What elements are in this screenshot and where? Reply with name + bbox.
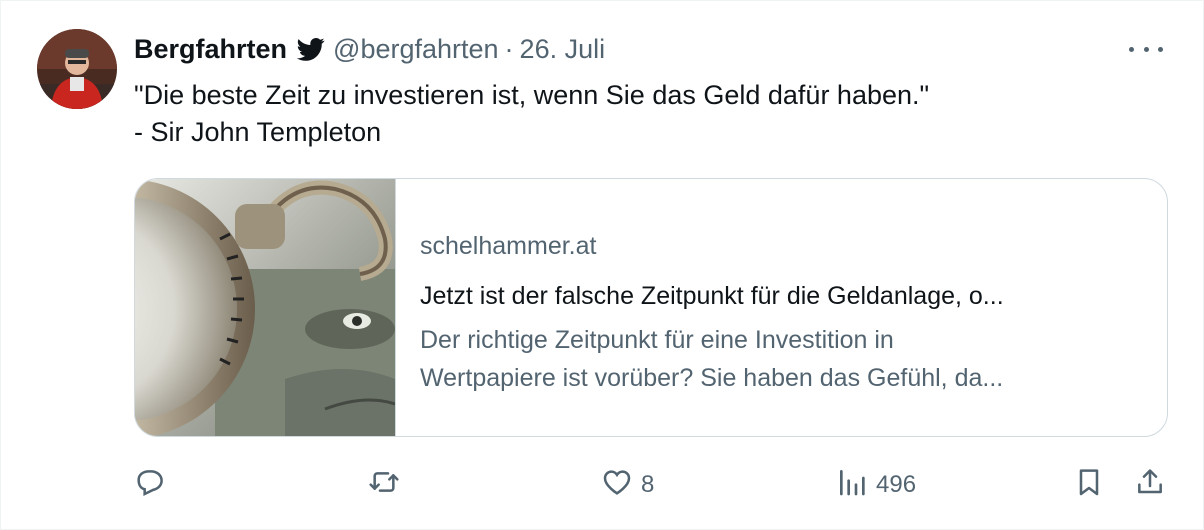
tweet-text-line: "Die beste Zeit zu investieren ist, wenn… — [134, 80, 930, 110]
retweet-icon — [368, 466, 400, 505]
card-desc-line: Der richtige Zeitpunkt für eine Investit… — [420, 326, 894, 354]
tweet[interactable]: Bergfahrten @bergfahrten · 26. Juli "Die… — [0, 0, 1204, 530]
tweet-header: Bergfahrten @bergfahrten · 26. Juli — [134, 31, 605, 67]
separator-dot: · — [504, 33, 514, 64]
twitter-bird-icon — [296, 35, 325, 63]
tweet-date[interactable]: 26. Juli — [520, 34, 606, 65]
avatar[interactable] — [37, 29, 117, 109]
bookmark-icon — [1073, 466, 1105, 505]
card-title: Jetzt ist der falsche Zeitpunkt für die … — [420, 282, 1004, 310]
card-domain: schelhammer.at — [420, 232, 597, 260]
more-icon[interactable] — [1129, 37, 1163, 61]
tweet-text-line: - Sir John Templeton — [134, 117, 382, 147]
retweet-button[interactable] — [368, 463, 408, 507]
action-bar: 8 496 — [134, 463, 1174, 507]
card-body[interactable]: schelhammer.at Jetzt ist der falsche Zei… — [396, 179, 1150, 436]
views-count: 496 — [876, 471, 917, 498]
card-image[interactable] — [135, 179, 396, 436]
reply-icon — [134, 466, 166, 505]
card-desc-line: Wertpapiere ist vorüber? Sie haben das G… — [420, 364, 1004, 392]
reply-button[interactable] — [134, 463, 174, 507]
views-icon — [836, 466, 868, 505]
like-icon — [601, 466, 633, 505]
tweet-text: "Die beste Zeit zu investieren ist, wenn… — [134, 77, 1134, 151]
share-button[interactable] — [1134, 463, 1166, 507]
author-name[interactable]: Bergfahrten — [134, 34, 287, 65]
card-description: Der richtige Zeitpunkt für eine Investit… — [420, 321, 1150, 397]
like-button[interactable]: 8 — [601, 463, 654, 507]
link-card[interactable]: schelhammer.at Jetzt ist der falsche Zei… — [134, 178, 1168, 437]
like-count: 8 — [641, 471, 655, 498]
views-button[interactable]: 496 — [836, 463, 916, 507]
bookmark-button[interactable] — [1073, 463, 1105, 507]
author-handle[interactable]: @bergfahrten — [333, 34, 499, 65]
share-icon — [1134, 466, 1166, 505]
